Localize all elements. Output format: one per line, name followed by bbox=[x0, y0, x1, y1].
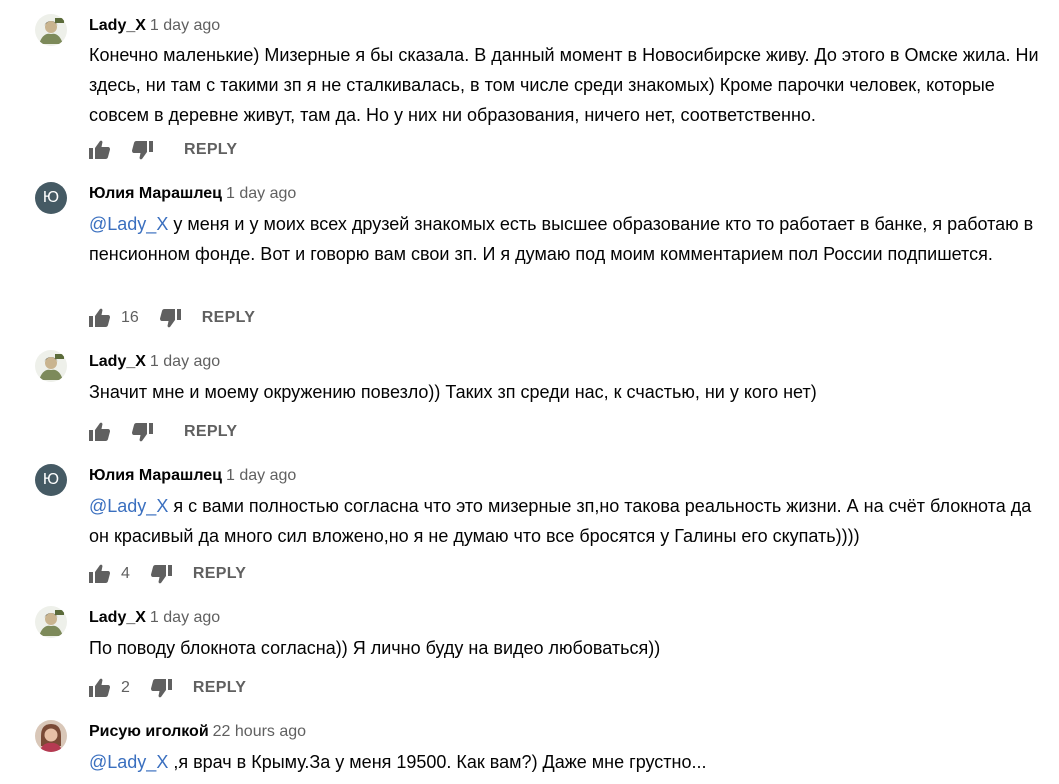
author-name[interactable]: Юлия Марашлец bbox=[89, 467, 222, 484]
comment-text: По поводу блокнота согласна)) Я лично бу… bbox=[89, 633, 1039, 663]
thumb-up-icon[interactable] bbox=[89, 307, 111, 329]
comment-text: Значит мне и моему окружению повезло)) Т… bbox=[89, 377, 1039, 407]
like-count: 4 bbox=[121, 565, 130, 582]
avatar[interactable]: Ю bbox=[35, 464, 67, 496]
comment-text: @Lady_X я с вами полностью согласна что … bbox=[89, 491, 1039, 551]
comment-actions: 16 REPLY bbox=[89, 306, 255, 330]
comment-actions: 2 REPLY bbox=[89, 676, 246, 700]
mention-link[interactable]: @Lady_X bbox=[89, 752, 168, 772]
thumb-up-icon[interactable] bbox=[89, 563, 111, 585]
like-count: 2 bbox=[121, 679, 130, 696]
comment-body: я с вами полностью согласна что это мизе… bbox=[89, 496, 1032, 546]
comment-time[interactable]: 1 day ago bbox=[226, 185, 296, 202]
comment-actions: REPLY bbox=[89, 138, 237, 162]
thumb-down-icon[interactable] bbox=[150, 563, 172, 585]
reply-button[interactable]: REPLY bbox=[184, 423, 237, 441]
comment-time[interactable]: 22 hours ago bbox=[213, 723, 306, 740]
comment-header: Рисую иголкой 22 hours ago bbox=[89, 722, 306, 742]
woman-avatar-image bbox=[35, 720, 67, 752]
mention-link[interactable]: @Lady_X bbox=[89, 496, 168, 516]
avatar-letter: Ю bbox=[42, 471, 60, 488]
reply-button[interactable]: REPLY bbox=[193, 565, 246, 583]
comment-time[interactable]: 1 day ago bbox=[150, 17, 220, 34]
comment-time[interactable]: 1 day ago bbox=[226, 467, 296, 484]
avatar[interactable] bbox=[35, 606, 67, 638]
avatar[interactable] bbox=[35, 350, 67, 382]
thumb-down-icon[interactable] bbox=[150, 677, 172, 699]
thumb-down-icon[interactable] bbox=[159, 307, 181, 329]
reply-button[interactable]: REPLY bbox=[202, 309, 255, 327]
comment-header: Юлия Марашлец 1 day ago bbox=[89, 466, 296, 486]
comment-header: Lady_X 1 day ago bbox=[89, 608, 220, 628]
author-name[interactable]: Рисую иголкой bbox=[89, 723, 209, 740]
comment-time[interactable]: 1 day ago bbox=[150, 609, 220, 626]
comment-header: Lady_X 1 day ago bbox=[89, 352, 220, 372]
comment-body: Конечно маленькие) Мизерные я бы сказала… bbox=[89, 45, 1039, 125]
avatar[interactable] bbox=[35, 720, 67, 752]
comment-body: По поводу блокнота согласна)) Я лично бу… bbox=[89, 638, 661, 658]
author-name[interactable]: Lady_X bbox=[89, 17, 146, 34]
lady-x-avatar-image bbox=[35, 350, 67, 382]
mention-link[interactable]: @Lady_X bbox=[89, 214, 168, 234]
thumb-down-icon[interactable] bbox=[131, 421, 153, 443]
lady-x-avatar-image bbox=[35, 14, 67, 46]
thumb-up-icon[interactable] bbox=[89, 421, 111, 443]
comment-body: Значит мне и моему окружению повезло)) Т… bbox=[89, 382, 817, 402]
comment-text: Конечно маленькие) Мизерные я бы сказала… bbox=[89, 40, 1039, 130]
thumb-up-icon[interactable] bbox=[89, 139, 111, 161]
comment-header: Юлия Марашлец 1 day ago bbox=[89, 184, 296, 204]
avatar-letter: Ю bbox=[42, 189, 60, 206]
comment-time[interactable]: 1 day ago bbox=[150, 353, 220, 370]
comment-header: Lady_X 1 day ago bbox=[89, 16, 220, 36]
like-count: 16 bbox=[121, 309, 139, 326]
reply-button[interactable]: REPLY bbox=[184, 141, 237, 159]
comment-text: @Lady_X ,я врач в Крыму.За у меня 19500.… bbox=[89, 747, 1039, 777]
author-name[interactable]: Lady_X bbox=[89, 609, 146, 626]
thumb-up-icon[interactable] bbox=[89, 677, 111, 699]
author-name[interactable]: Lady_X bbox=[89, 353, 146, 370]
avatar[interactable] bbox=[35, 14, 67, 46]
comment-text: @Lady_X у меня и у моих всех друзей знак… bbox=[89, 209, 1039, 269]
thumb-down-icon[interactable] bbox=[131, 139, 153, 161]
lady-x-avatar-image bbox=[35, 606, 67, 638]
comment-body: ,я врач в Крыму.За у меня 19500. Как вам… bbox=[168, 752, 707, 772]
reply-button[interactable]: REPLY bbox=[193, 679, 246, 697]
comment-actions: 4 REPLY bbox=[89, 562, 246, 586]
avatar[interactable]: Ю bbox=[35, 182, 67, 214]
comment-body: у меня и у моих всех друзей знакомых ест… bbox=[89, 214, 1034, 264]
comment-actions: REPLY bbox=[89, 420, 237, 444]
author-name[interactable]: Юлия Марашлец bbox=[89, 185, 222, 202]
